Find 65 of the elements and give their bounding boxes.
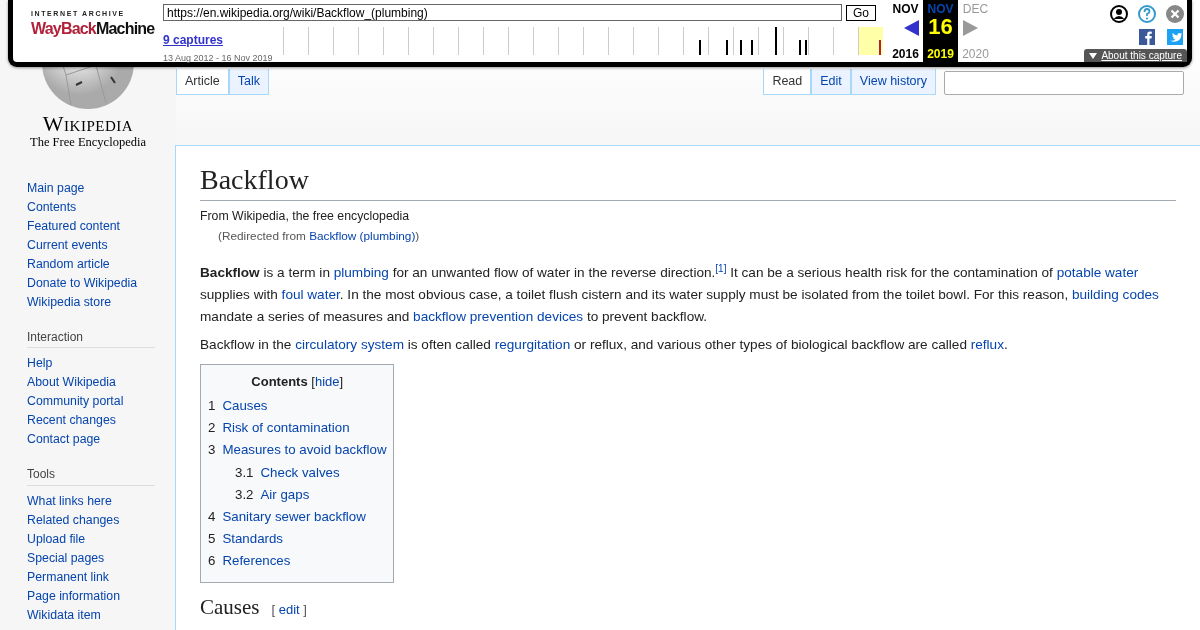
sidebar-link[interactable]: Contact page <box>27 430 101 450</box>
sidebar-link[interactable]: Upload file <box>27 529 86 549</box>
sidebar-link[interactable]: Featured content <box>27 217 120 236</box>
toc-link[interactable]: 3 Measures to avoid backflow <box>208 439 387 462</box>
sidebar-link[interactable]: Current events <box>27 236 108 255</box>
sidebar-heading: Interaction <box>27 330 155 349</box>
text-link[interactable]: foul water <box>281 286 340 302</box>
sidebar-link[interactable]: Recent changes <box>27 411 116 431</box>
toc-link[interactable]: 4 Sanitary sewer backflow <box>208 506 387 529</box>
redirect-link[interactable]: Backflow (plumbing) <box>309 228 416 243</box>
sidebar-link[interactable]: Contents <box>27 198 77 217</box>
view-tab[interactable]: Read <box>763 69 812 95</box>
text-link[interactable]: building codes <box>1071 286 1159 302</box>
sidebar-link[interactable]: Wikipedia store <box>27 293 112 312</box>
text-link[interactable]: backflow prevention devices <box>413 308 584 324</box>
text-link[interactable]: regurgitation <box>494 336 571 352</box>
sidebar-link[interactable]: Wikidata item <box>27 605 101 625</box>
page-tab[interactable]: Article <box>176 69 229 95</box>
toc-toggle[interactable]: [hide] <box>311 373 344 389</box>
sidebar-heading: Tools <box>27 467 155 486</box>
text-link[interactable]: plumbing <box>333 264 389 280</box>
captures-link[interactable]: 9 captures <box>163 34 224 46</box>
toc-link[interactable]: 1 Causes <box>208 395 387 418</box>
view-tab[interactable]: View history <box>850 69 936 95</box>
tagline: The Free Encyclopedia <box>30 135 146 150</box>
sidebar-link[interactable]: Special pages <box>27 548 105 568</box>
sidebar-link[interactable]: Permanent link <box>27 567 110 587</box>
paragraph: Backflow in the circulatory system is often called regurgitation or reflux, and various other types of biological backflow are called reflux. <box>200 335 1009 354</box>
paragraph: Backflow is a term in plumbing for an unwanted flow of water in the reverse direction.$^{[1]}$ It can be a serious health risk for the contamination of potable water supplies with foul water. In the most obvious case, a toilet flush cistern and its water supply must be isolated from the toilet bowl. For this reason, building codes mandate a series of measures and backflow prevention devices to prevent backflow. <box>200 261 1160 326</box>
calendar-day: 16 <box>928 15 953 39</box>
calendar-year: 2020 <box>962 48 989 60</box>
toc-link[interactable]: 2 Risk of contamination <box>208 417 387 440</box>
date-range: 13 Aug 2012 - 16 Nov 2019 <box>163 54 274 63</box>
calendar-month[interactable]: NOV <box>892 3 919 15</box>
toc-link[interactable]: 5 Standards <box>208 528 387 551</box>
section-edit-link[interactable]: [ edit ] <box>271 601 307 618</box>
redirect-note: (Redirected from Backflow (plumbing)) <box>218 227 421 245</box>
toc-title-text: Contents <box>251 373 308 389</box>
section-heading: Causes <box>200 594 260 620</box>
toc-link[interactable]: 3.1 Check valves <box>208 461 387 484</box>
url-field[interactable]: https://en.wikipedia.org/wiki/Backflow_(plumbing) <box>163 4 842 21</box>
tagline-text: From Wikipedia, the free encyclopedia <box>200 208 411 226</box>
sidebar-link[interactable]: Random article <box>27 255 110 274</box>
calendar-year: 2016 <box>892 48 919 60</box>
page-tab[interactable]: Talk <box>228 69 269 95</box>
text-link[interactable]: potable water <box>1056 264 1139 280</box>
sidebar-link[interactable]: What links here <box>27 491 112 511</box>
view-tab[interactable]: Edit <box>811 69 851 95</box>
calendar-year: 2019 <box>927 48 954 60</box>
sidebar-link[interactable]: Related changes <box>27 510 120 530</box>
sidebar-link[interactable]: Community portal <box>27 392 124 412</box>
sidebar-link[interactable]: Page information <box>27 586 120 606</box>
toc-link[interactable]: 3.2 Air gaps <box>208 483 387 507</box>
sidebar-link[interactable]: About Wikipedia <box>27 373 116 393</box>
sidebar-link[interactable]: Main page <box>27 179 85 198</box>
go-button[interactable]: Go <box>846 4 876 21</box>
wordmark: Wikipedia <box>42 113 134 135</box>
text-link[interactable]: reflux <box>970 336 1004 352</box>
sidebar-link[interactable]: Help <box>27 354 53 374</box>
reference-link[interactable]: [1] <box>715 262 727 274</box>
article-title: Backflow <box>200 162 1176 202</box>
text-link[interactable]: circulatory system <box>295 336 404 352</box>
sidebar-link[interactable]: Donate to Wikipedia <box>27 274 138 293</box>
about-capture-button[interactable]: About this capture <box>1084 49 1187 62</box>
toc-link[interactable]: 6 References <box>208 550 387 573</box>
